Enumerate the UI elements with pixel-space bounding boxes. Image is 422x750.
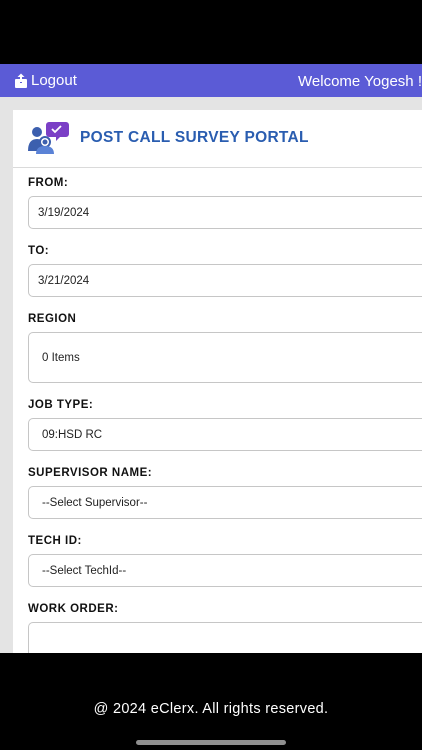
- home-indicator[interactable]: [136, 740, 286, 745]
- supervisor-label: SUPERVISOR NAME:: [28, 467, 153, 479]
- job-type-label: JOB TYPE:: [28, 399, 94, 411]
- job-type-value: 09:HSD RC: [42, 428, 103, 441]
- survey-agent-icon: [27, 121, 69, 160]
- content-area: POST CALL SURVEY PORTAL FROM: 3/19/2024 …: [0, 97, 422, 653]
- to-date-value: 3/21/2024: [38, 274, 90, 287]
- region-select[interactable]: 0 Items: [28, 332, 422, 383]
- tech-id-value: --Select TechId--: [42, 564, 127, 577]
- to-date-field[interactable]: 3/21/2024: [28, 264, 422, 297]
- from-date-field[interactable]: 3/19/2024: [28, 196, 422, 229]
- tech-id-select[interactable]: --Select TechId--: [28, 554, 422, 587]
- job-type-select[interactable]: 09:HSD RC: [28, 418, 422, 451]
- region-label: REGION: [28, 313, 77, 325]
- survey-form-card: POST CALL SURVEY PORTAL FROM: 3/19/2024 …: [13, 110, 422, 653]
- supervisor-value: --Select Supervisor--: [42, 496, 148, 509]
- copyright-text: @ 2024 eClerx. All rights reserved.: [93, 701, 329, 717]
- tech-id-label: TECH ID:: [28, 535, 82, 547]
- welcome-message: Welcome Yogesh !: [298, 73, 422, 90]
- footer: @ 2024 eClerx. All rights reserved.: [0, 653, 422, 750]
- logout-button[interactable]: Logout: [13, 72, 77, 89]
- work-order-label: WORK ORDER:: [28, 603, 119, 615]
- top-nav-bar: Logout Welcome Yogesh !: [0, 64, 422, 97]
- logout-icon: [15, 73, 27, 88]
- from-date-value: 3/19/2024: [38, 206, 90, 219]
- to-label: TO:: [28, 245, 50, 257]
- work-order-field[interactable]: [28, 622, 422, 653]
- region-value: 0 Items: [42, 351, 80, 364]
- from-label: FROM:: [28, 177, 69, 189]
- supervisor-select[interactable]: --Select Supervisor--: [28, 486, 422, 519]
- header-divider: [13, 167, 422, 168]
- logout-label: Logout: [31, 72, 77, 89]
- page-title: POST CALL SURVEY PORTAL: [80, 129, 309, 146]
